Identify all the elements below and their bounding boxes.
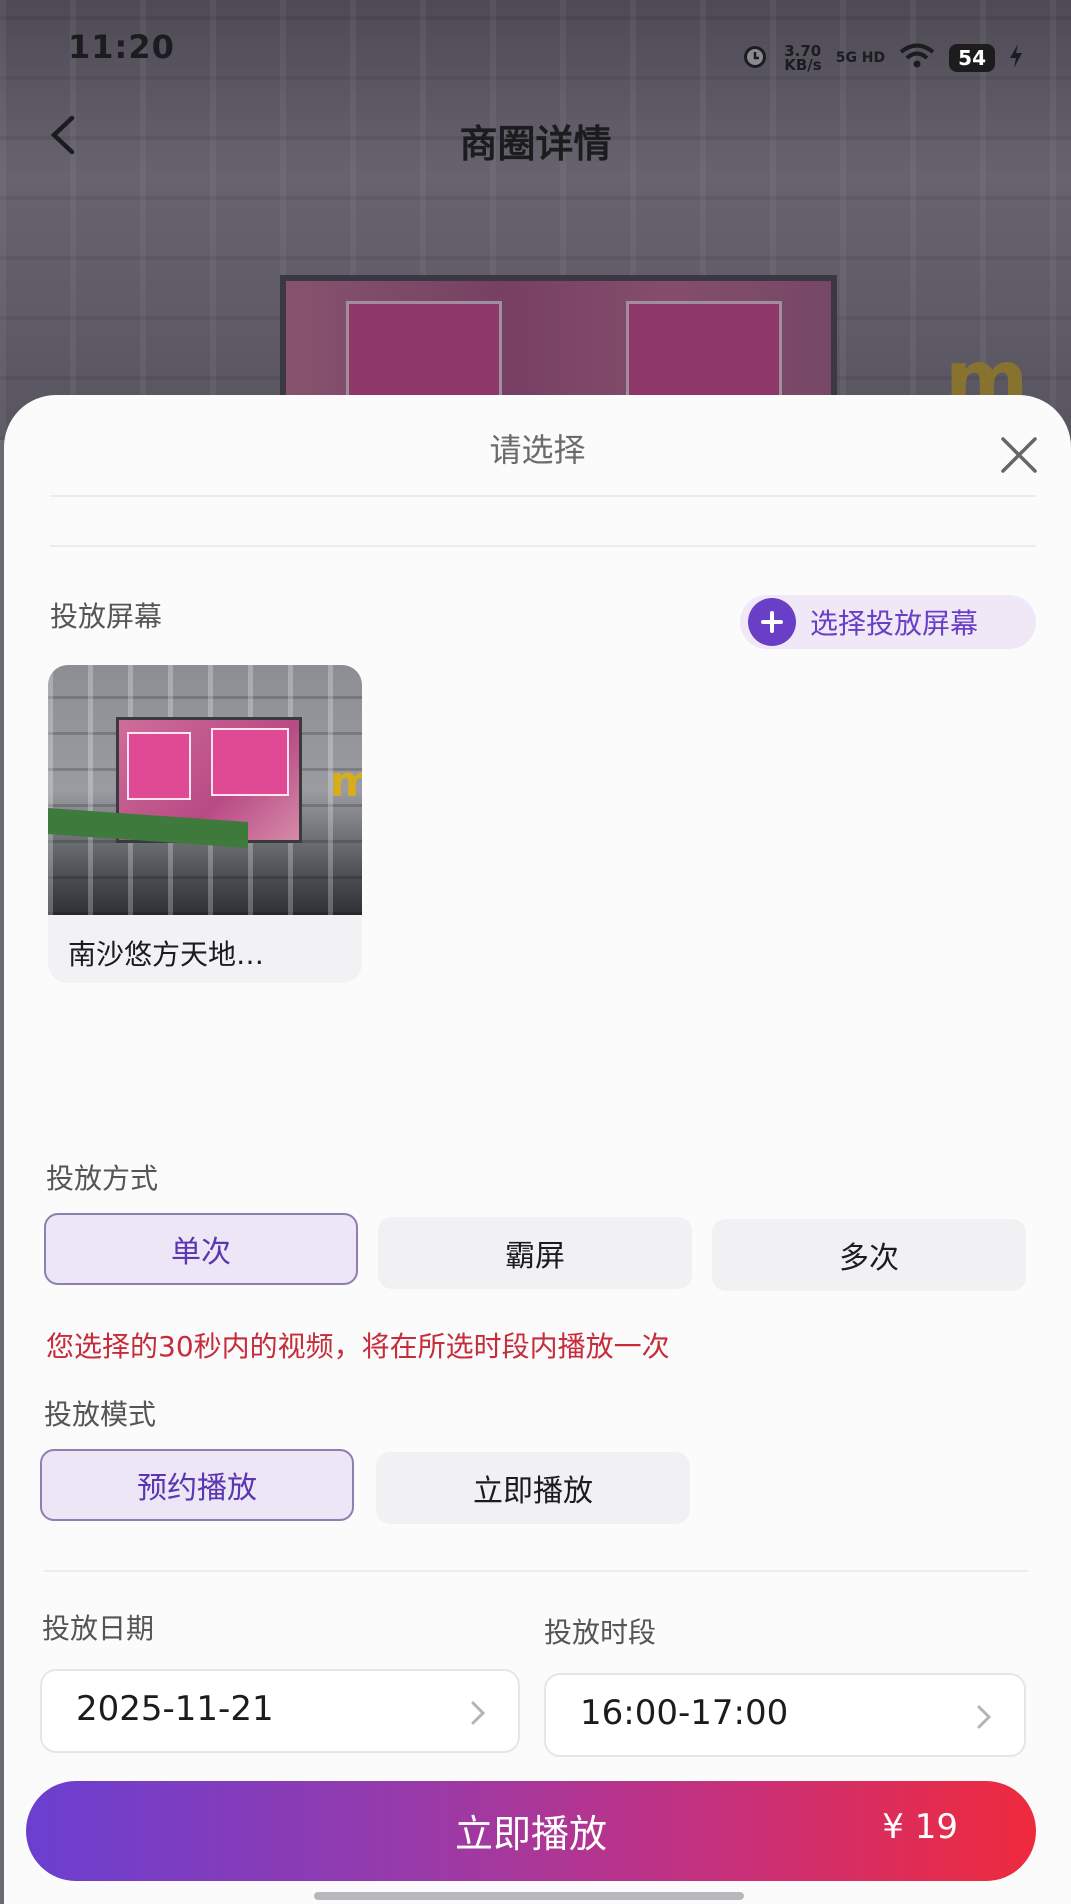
chevron-right-icon: [974, 1703, 994, 1731]
sheet-title: 请选择: [489, 431, 586, 469]
chevron-right-icon: [468, 1699, 488, 1727]
date-value: 2025-11-21: [76, 1689, 274, 1729]
time-section-label: 投放时段: [544, 1616, 657, 1649]
network-label: 5G HD: [835, 50, 886, 66]
selection-sheet: 请选择 投放屏幕 选择投放屏幕 m 南沙悠方天地… 投放方式 单次 霸屏 多次 …: [4, 395, 1071, 1904]
screen-name: 南沙悠方天地…: [68, 938, 265, 971]
time-slot-picker[interactable]: 16:00-17:00: [544, 1673, 1026, 1757]
mode-section-label: 投放方式: [46, 1162, 159, 1195]
alarm-icon: [740, 41, 770, 75]
play-now-button[interactable]: 立即播放 ¥ 19: [26, 1781, 1036, 1881]
play-mode-section-label: 投放模式: [44, 1398, 157, 1431]
divider: [50, 495, 1036, 497]
wifi-icon: [899, 43, 935, 73]
mode-notice: 您选择的30秒内的视频，将在所选时段内播放一次: [46, 1330, 670, 1363]
page-title: 商圈详情: [459, 122, 612, 166]
screen-thumbnail: m: [48, 665, 362, 915]
mode-option-multiple[interactable]: 多次: [712, 1219, 1026, 1291]
charging-icon: [1009, 44, 1023, 72]
close-icon[interactable]: [999, 435, 1039, 475]
status-bar: 11:20 3.70 KB/s 5G HD 54: [0, 0, 1071, 95]
select-screen-button[interactable]: 选择投放屏幕: [740, 595, 1036, 649]
net-speed: 3.70 KB/s: [784, 42, 822, 74]
play-mode-option-immediate[interactable]: 立即播放: [376, 1452, 690, 1524]
play-mode-option-scheduled[interactable]: 预约播放: [40, 1449, 354, 1521]
select-screen-label: 选择投放屏幕: [810, 607, 979, 640]
status-time: 11:20: [68, 28, 175, 66]
battery-indicator: 54: [949, 44, 995, 72]
plus-icon: [748, 598, 796, 646]
status-icons: 3.70 KB/s 5G HD 54: [740, 38, 1023, 78]
mode-option-exclusive[interactable]: 霸屏: [378, 1217, 692, 1289]
mode-option-single[interactable]: 单次: [44, 1213, 358, 1285]
home-indicator[interactable]: [314, 1892, 744, 1900]
date-section-label: 投放日期: [42, 1612, 155, 1645]
divider: [44, 1570, 1028, 1572]
time-slot-value: 16:00-17:00: [580, 1693, 789, 1733]
price-label: ¥ 19: [882, 1807, 958, 1847]
divider: [50, 545, 1036, 547]
screen-section-label: 投放屏幕: [50, 600, 163, 633]
selected-screen-card[interactable]: m 南沙悠方天地…: [48, 665, 362, 983]
date-picker[interactable]: 2025-11-21: [40, 1669, 520, 1753]
nav-bar: 商圈详情: [0, 95, 1071, 175]
